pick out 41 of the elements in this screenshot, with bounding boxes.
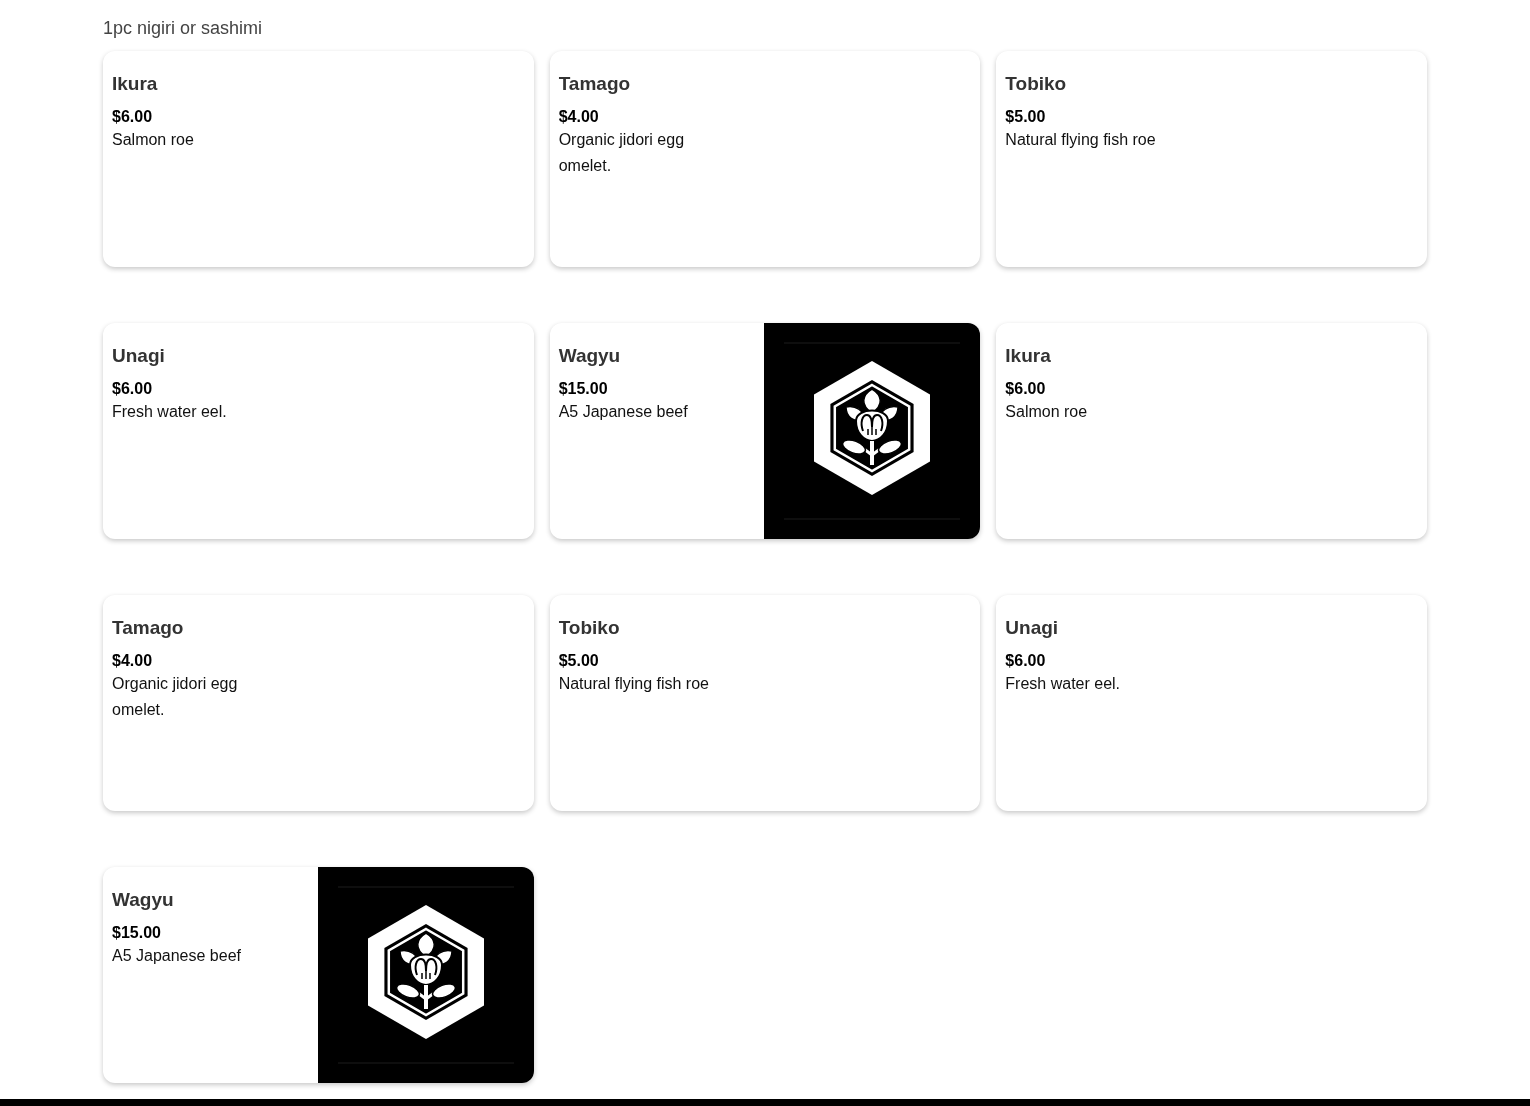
item-description: Organic jidori egg omelet.: [558, 130, 686, 176]
menu-item-card[interactable]: Tobiko $5.00 Natural flying fish roe: [996, 51, 1427, 267]
item-price: $15.00: [558, 379, 609, 399]
menu-item-card[interactable]: Ikura $6.00 Salmon roe: [103, 51, 534, 267]
item-price: $6.00: [112, 379, 154, 399]
item-name: Tobiko: [558, 616, 621, 640]
menu-item-card[interactable]: Tobiko $5.00 Natural flying fish roe: [549, 595, 981, 811]
item-name: Wagyu: [112, 888, 175, 912]
item-description: Natural flying fish roe: [1005, 130, 1157, 150]
item-name: Unagi: [1005, 616, 1060, 640]
item-name: Tamago: [112, 616, 185, 640]
item-price: $4.00: [558, 107, 600, 127]
item-price: $5.00: [558, 651, 600, 671]
item-description: Salmon roe: [1005, 402, 1089, 422]
item-description: Fresh water eel.: [112, 402, 228, 422]
item-name: Tobiko: [1005, 72, 1068, 96]
item-name: Ikura: [1005, 344, 1052, 368]
item-description: Organic jidori egg omelet.: [112, 674, 239, 720]
menu-item-card[interactable]: Wagyu $15.00 A5 Japanese beef: [549, 323, 981, 539]
item-name: Tamago: [558, 72, 632, 96]
item-description: Fresh water eel.: [1005, 674, 1122, 694]
menu-item-card[interactable]: Unagi $6.00 Fresh water eel.: [103, 323, 534, 539]
menu-item-card[interactable]: Ikura $6.00 Salmon roe: [996, 323, 1427, 539]
item-description: A5 Japanese beef: [558, 402, 689, 422]
item-name: Unagi: [112, 344, 166, 368]
menu-item-card[interactable]: Unagi $6.00 Fresh water eel.: [996, 595, 1427, 811]
menu-item-card[interactable]: Tamago $4.00 Organic jidori egg omelet.: [103, 595, 534, 811]
item-description: Natural flying fish roe: [558, 674, 710, 694]
item-price: $5.00: [1005, 107, 1047, 127]
item-price: $6.00: [1005, 379, 1047, 399]
item-price: $6.00: [1005, 651, 1047, 671]
item-description: A5 Japanese beef: [112, 946, 242, 966]
section-subtitle: 1pc nigiri or sashimi: [103, 17, 264, 40]
item-price: $4.00: [112, 651, 154, 671]
item-price: $15.00: [112, 923, 162, 943]
menu-item-card[interactable]: Wagyu $15.00 A5 Japanese beef: [103, 867, 534, 1083]
menu-item-card[interactable]: Tamago $4.00 Organic jidori egg omelet.: [549, 51, 981, 267]
item-description: Salmon roe: [112, 130, 195, 150]
item-price: $6.00: [112, 107, 154, 127]
item-name: Wagyu: [558, 344, 622, 368]
item-name: Ikura: [112, 72, 159, 96]
